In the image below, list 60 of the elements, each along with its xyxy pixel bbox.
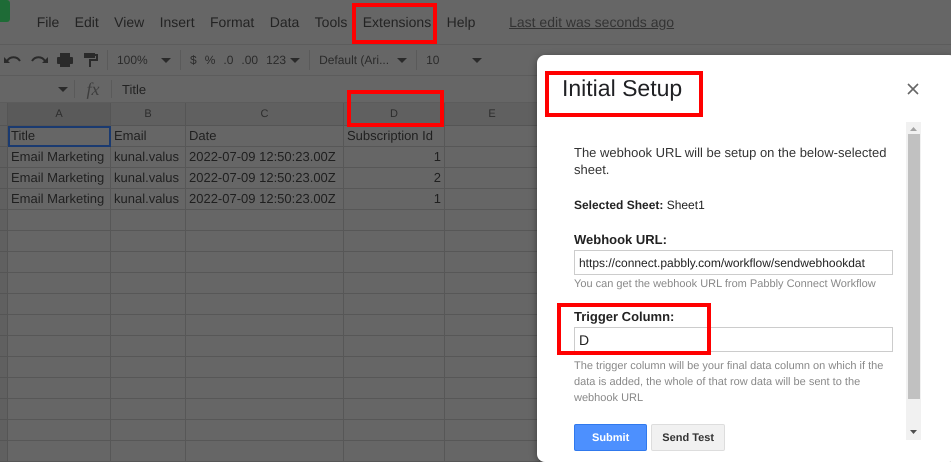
scrollbar-thumb[interactable] [908, 134, 920, 399]
decrease-decimals-button[interactable]: .0 [219, 53, 238, 67]
caret-icon [58, 86, 68, 92]
menu-item[interactable]: Extensions [358, 14, 436, 30]
field-hint: You can get the webhook URL from Pabbly Connect Workflow [574, 277, 877, 292]
app-logo-icon[interactable] [0, 0, 10, 22]
caret-icon [472, 58, 482, 62]
table-cell: 2 [344, 168, 445, 189]
menu-item[interactable]: Tools [310, 14, 352, 30]
menu-item[interactable]: Data [266, 14, 304, 30]
table-cell: 1 [344, 189, 445, 210]
scroll-up-icon [910, 127, 917, 131]
input-field[interactable]: D [574, 327, 893, 352]
table-cell: Date [186, 126, 344, 147]
table-cell: 1 [344, 147, 445, 168]
corner-cell[interactable] [0, 103, 8, 126]
input-field[interactable]: https://connect.pabbly.com/workflow/sendwebhookdat [574, 250, 893, 275]
caret-icon [161, 58, 171, 62]
paint-format-icon [82, 52, 98, 68]
row-header[interactable] [0, 147, 8, 168]
percent-button[interactable]: % [200, 53, 220, 67]
font-dropdown[interactable]: Default (Ari... [315, 53, 412, 67]
table-cell: 2022-07-09 12:50:23.00Z [186, 168, 344, 189]
menu-item[interactable]: File [32, 14, 64, 30]
submit-button[interactable]: Submit [574, 424, 648, 451]
dialog-title: Initial Setup [562, 75, 682, 102]
field-label: Trigger Column: [574, 309, 676, 324]
menu-item[interactable]: Edit [70, 14, 103, 30]
table-cell: Email Marketing [8, 189, 111, 210]
field-hint: The trigger column will be your final data column on which if the data is added, the whole of that row data will be sent to the webhook URL [574, 359, 884, 406]
menu-item[interactable]: Help [442, 14, 480, 30]
zoom-dropdown[interactable]: 100% [113, 53, 175, 67]
menu-item[interactable]: Format [206, 14, 258, 30]
number-format-dropdown[interactable]: 123 [262, 53, 304, 67]
caret-icon [290, 58, 300, 62]
table-cell: 2022-07-09 12:50:23.00Z [186, 189, 344, 210]
table-cell: kunal.valus [111, 189, 186, 210]
send-test-button[interactable]: Send Test [651, 424, 726, 451]
table-cell: Email Marketing [8, 168, 111, 189]
table-cell: kunal.valus [111, 168, 186, 189]
menu-item[interactable]: Insert [156, 14, 199, 30]
formula-value[interactable]: Title [112, 82, 146, 96]
table-cell: Email [111, 126, 186, 147]
font-size-dropdown[interactable]: 10 [422, 53, 486, 67]
print-icon [56, 52, 74, 68]
caret-icon [397, 58, 408, 62]
table-cell: Title [8, 126, 111, 147]
menu-item[interactable]: View [110, 14, 148, 30]
field-label: Webhook URL: [574, 232, 668, 247]
table-cell: Email Marketing [8, 147, 111, 168]
row-header[interactable] [0, 126, 8, 147]
increase-decimals-button[interactable]: .00 [237, 53, 262, 67]
close-icon[interactable] [907, 82, 919, 94]
currency-button[interactable]: $ [186, 53, 201, 67]
table-cell: 2022-07-09 12:50:23.00Z [186, 147, 344, 168]
selected-sheet-text: Selected Sheet: Sheet1 [574, 198, 706, 212]
table-cell: kunal.valus [111, 147, 186, 168]
table-cell: Subscription Id [344, 126, 445, 147]
scroll-down-icon [910, 430, 917, 434]
intro-text: The webhook URL will be setup on the below-selected sheet. [574, 144, 888, 178]
